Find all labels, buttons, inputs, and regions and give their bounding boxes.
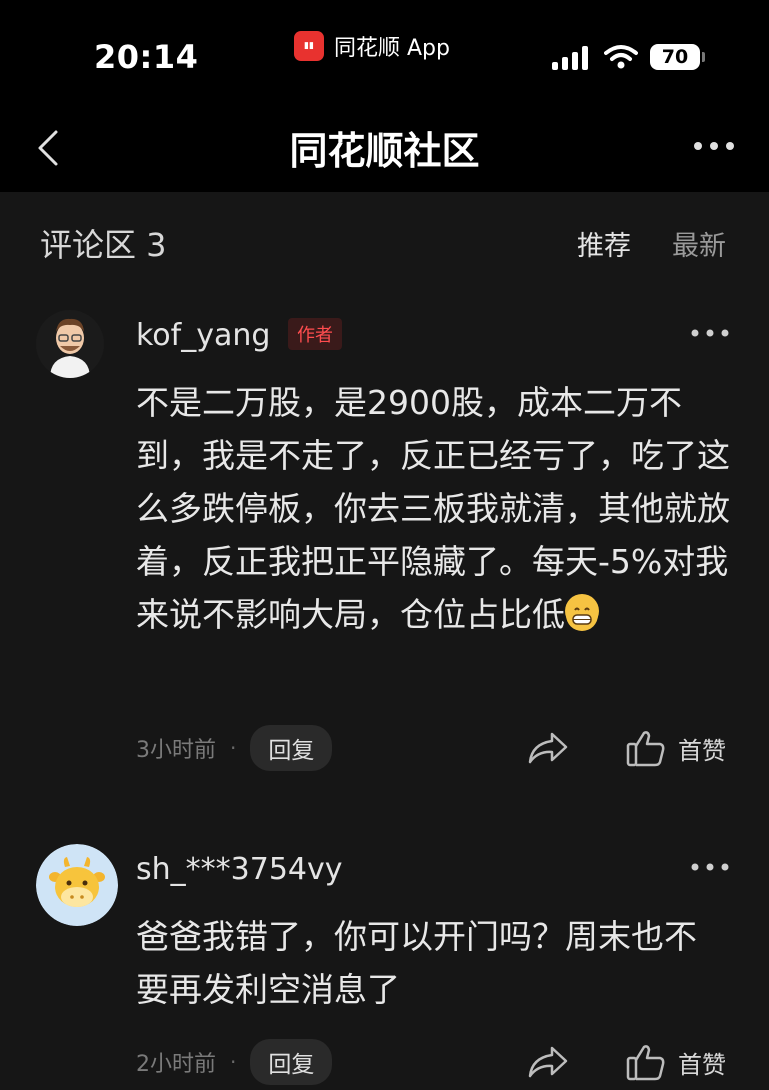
- battery-cap: [702, 52, 705, 62]
- grin-emoji-icon: [565, 594, 599, 631]
- like-label: 首赞: [678, 736, 726, 765]
- meta-separator: ·: [230, 736, 237, 760]
- like-label: 首赞: [678, 1050, 726, 1079]
- app-name: 同花顺 App: [334, 36, 450, 61]
- share-icon[interactable]: [526, 1042, 570, 1082]
- comment-more-icon[interactable]: [690, 860, 730, 874]
- like-button[interactable]: 首赞: [626, 728, 726, 768]
- comment-time: 3小时前: [136, 738, 216, 763]
- comment-text: 爸爸我错了，你可以开门吗？周末也不要再发利空消息了: [136, 917, 697, 1009]
- comment-more-icon[interactable]: [690, 326, 730, 340]
- reply-button[interactable]: 回复: [250, 1039, 333, 1085]
- comment-item: kof_yang 作者 不是二万股，是2900股，成本二万不到，我是不走了，反正…: [0, 292, 769, 812]
- like-button[interactable]: 首赞: [626, 1042, 726, 1082]
- app-indicator[interactable]: ▮▮ 同花顺 App: [294, 30, 450, 62]
- avatar[interactable]: [36, 844, 118, 926]
- battery-indicator: 70: [650, 44, 700, 70]
- comment-item: sh_***3754vy 爸爸我错了，你可以开门吗？周末也不要再发利空消息了 2…: [0, 830, 769, 1090]
- nav-bar: 同花顺社区: [0, 100, 769, 192]
- cow-avatar-icon: [36, 844, 118, 926]
- username[interactable]: kof_yang: [136, 318, 270, 353]
- comment-meta: 2小时前 · 回复: [136, 1039, 333, 1085]
- sort-recommended-tab[interactable]: 推荐: [577, 224, 631, 263]
- user-avatar-icon: [36, 310, 104, 378]
- avatar[interactable]: [36, 310, 104, 378]
- page-title: 同花顺社区: [289, 129, 480, 173]
- reply-button[interactable]: 回复: [250, 725, 333, 771]
- comments-title: 评论区 3: [40, 226, 167, 264]
- meta-separator: ·: [230, 1050, 237, 1074]
- comment-body: 不是二万股，是2900股，成本二万不到，我是不走了，反正已经亏了，吃了这么多跌停…: [136, 383, 730, 634]
- comment-meta: 3小时前 · 回复: [136, 725, 333, 771]
- comment-time: 2小时前: [136, 1052, 216, 1077]
- username[interactable]: sh_***3754vy: [136, 852, 343, 887]
- comments-header: 评论区 3 推荐 最新: [0, 192, 769, 292]
- share-icon[interactable]: [526, 728, 570, 768]
- thumbs-up-icon: [626, 1045, 665, 1081]
- wifi-icon: [604, 45, 638, 69]
- sort-latest-tab[interactable]: 最新: [672, 224, 726, 263]
- more-options-icon[interactable]: [692, 136, 736, 156]
- status-bar: 20:14 ▮▮ 同花顺 App 70: [0, 0, 769, 100]
- app-logo-icon: ▮▮: [294, 31, 324, 61]
- author-badge: 作者: [288, 318, 342, 350]
- signal-icon: [552, 46, 588, 70]
- status-time: 20:14: [94, 38, 199, 76]
- thumbs-up-icon: [626, 731, 665, 767]
- comment-text: 不是二万股，是2900股，成本二万不到，我是不走了，反正已经亏了，吃了这么多跌停…: [136, 376, 746, 641]
